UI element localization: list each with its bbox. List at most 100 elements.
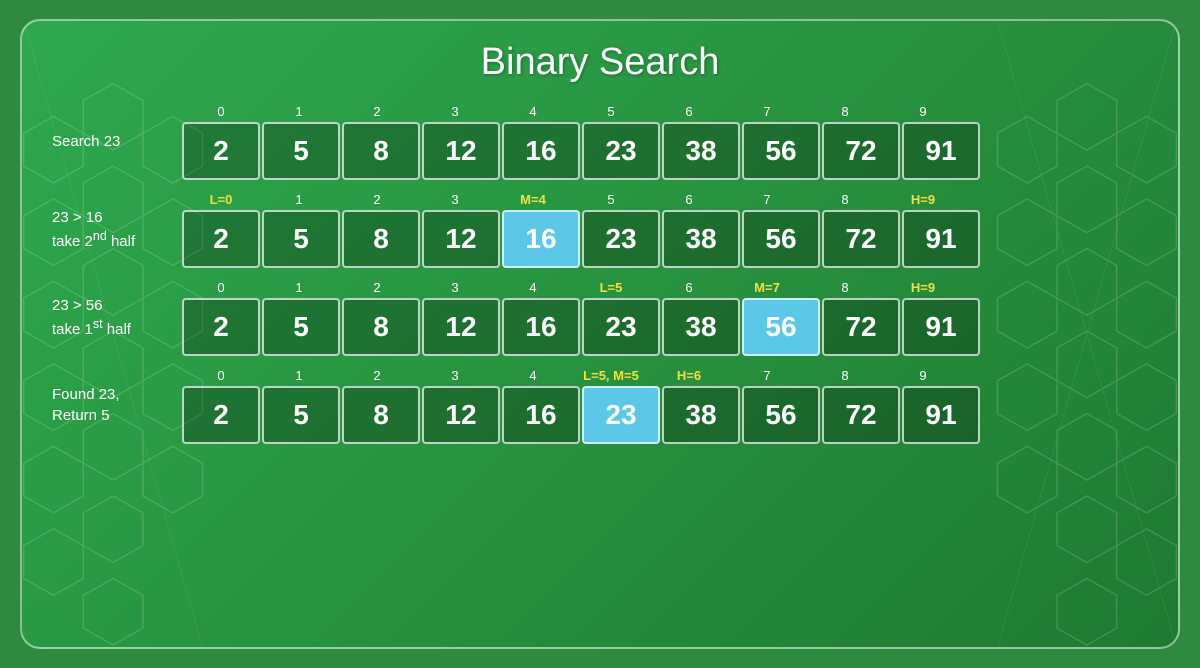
- cell-0-3: 12: [422, 122, 500, 180]
- cell-2-9: 91: [902, 298, 980, 356]
- index-cell-0-7: 7: [728, 102, 806, 120]
- index-cell-2-4: 4: [494, 278, 572, 296]
- index-cell-0-9: 9: [884, 102, 962, 120]
- index-cell-3-1: 1: [260, 366, 338, 384]
- index-cell-2-0: 0: [182, 278, 260, 296]
- cell-1-3: 12: [422, 210, 500, 268]
- index-cell-0-1: 1: [260, 102, 338, 120]
- cell-1-5: 23: [582, 210, 660, 268]
- cell-2-0: 2: [182, 298, 260, 356]
- index-cell-0-0: 0: [182, 102, 260, 120]
- index-cell-1-3: 3: [416, 190, 494, 208]
- indices-row-1: L=0123M=45678H=9: [182, 190, 980, 208]
- index-cell-3-8: 8: [806, 366, 884, 384]
- index-cell-3-2: 2: [338, 366, 416, 384]
- row-label-3: Found 23,Return 5: [52, 384, 162, 426]
- indices-row-0: 0123456789: [182, 102, 980, 120]
- index-cell-3-6: H=6: [650, 366, 728, 384]
- cell-3-6: 38: [662, 386, 740, 444]
- cell-0-6: 38: [662, 122, 740, 180]
- cell-3-0: 2: [182, 386, 260, 444]
- index-cell-2-8: 8: [806, 278, 884, 296]
- cell-0-1: 5: [262, 122, 340, 180]
- index-cell-0-6: 6: [650, 102, 728, 120]
- cell-3-1: 5: [262, 386, 340, 444]
- page-title: Binary Search: [481, 41, 720, 84]
- index-cell-3-4: 4: [494, 366, 572, 384]
- index-cell-1-9: H=9: [884, 190, 962, 208]
- index-cell-1-5: 5: [572, 190, 650, 208]
- cell-2-8: 72: [822, 298, 900, 356]
- cell-3-5: 23: [582, 386, 660, 444]
- array-container-0: 012345678925812162338567291: [182, 102, 980, 180]
- row-label-2: 23 > 56take 1st half: [52, 295, 162, 340]
- index-cell-3-0: 0: [182, 366, 260, 384]
- array-container-2: 01234L=56M=78H=925812162338567291: [182, 278, 980, 356]
- cell-2-7: 56: [742, 298, 820, 356]
- content-area: Search 2301234567892581216233856729123 >…: [52, 102, 1148, 444]
- cell-0-0: 2: [182, 122, 260, 180]
- index-cell-2-3: 3: [416, 278, 494, 296]
- cell-0-9: 91: [902, 122, 980, 180]
- cells-row-2: 25812162338567291: [182, 298, 980, 356]
- cell-2-2: 8: [342, 298, 420, 356]
- index-cell-1-1: 1: [260, 190, 338, 208]
- cell-1-1: 5: [262, 210, 340, 268]
- index-cell-3-9: 9: [884, 366, 962, 384]
- row-label-0: Search 23: [52, 131, 162, 152]
- cell-1-6: 38: [662, 210, 740, 268]
- index-cell-1-8: 8: [806, 190, 884, 208]
- cell-3-4: 16: [502, 386, 580, 444]
- index-cell-1-4: M=4: [494, 190, 572, 208]
- indices-row-3: 01234L=5, M=5H=6789: [182, 366, 980, 384]
- cells-row-3: 25812162338567291: [182, 386, 980, 444]
- index-cell-0-8: 8: [806, 102, 884, 120]
- index-cell-3-3: 3: [416, 366, 494, 384]
- cells-row-0: 25812162338567291: [182, 122, 980, 180]
- index-cell-2-6: 6: [650, 278, 728, 296]
- cell-1-0: 2: [182, 210, 260, 268]
- cell-3-7: 56: [742, 386, 820, 444]
- cell-3-9: 91: [902, 386, 980, 444]
- row-group-2: 23 > 56take 1st half01234L=56M=78H=92581…: [52, 278, 1148, 356]
- cell-1-9: 91: [902, 210, 980, 268]
- index-cell-1-6: 6: [650, 190, 728, 208]
- cell-2-5: 23: [582, 298, 660, 356]
- index-cell-0-2: 2: [338, 102, 416, 120]
- cell-2-1: 5: [262, 298, 340, 356]
- index-cell-1-2: 2: [338, 190, 416, 208]
- index-cell-2-9: H=9: [884, 278, 962, 296]
- index-cell-2-7: M=7: [728, 278, 806, 296]
- index-cell-2-2: 2: [338, 278, 416, 296]
- index-cell-0-5: 5: [572, 102, 650, 120]
- index-cell-2-5: L=5: [572, 278, 650, 296]
- cell-2-4: 16: [502, 298, 580, 356]
- cell-3-3: 12: [422, 386, 500, 444]
- index-cell-2-1: 1: [260, 278, 338, 296]
- cell-0-7: 56: [742, 122, 820, 180]
- array-container-1: L=0123M=45678H=925812162338567291: [182, 190, 980, 268]
- cell-1-7: 56: [742, 210, 820, 268]
- index-cell-3-5: L=5, M=5: [572, 366, 650, 384]
- cell-0-5: 23: [582, 122, 660, 180]
- index-cell-3-7: 7: [728, 366, 806, 384]
- index-cell-1-7: 7: [728, 190, 806, 208]
- array-container-3: 01234L=5, M=5H=678925812162338567291: [182, 366, 980, 444]
- cell-0-8: 72: [822, 122, 900, 180]
- row-group-3: Found 23,Return 501234L=5, M=5H=67892581…: [52, 366, 1148, 444]
- cells-row-1: 25812162338567291: [182, 210, 980, 268]
- index-cell-0-4: 4: [494, 102, 572, 120]
- cell-2-6: 38: [662, 298, 740, 356]
- cell-2-3: 12: [422, 298, 500, 356]
- cell-0-4: 16: [502, 122, 580, 180]
- cell-1-2: 8: [342, 210, 420, 268]
- main-card: Binary Search Search 2301234567892581216…: [20, 19, 1180, 649]
- indices-row-2: 01234L=56M=78H=9: [182, 278, 980, 296]
- row-label-1: 23 > 16take 2nd half: [52, 207, 162, 252]
- cell-0-2: 8: [342, 122, 420, 180]
- cell-3-2: 8: [342, 386, 420, 444]
- cell-1-8: 72: [822, 210, 900, 268]
- cell-3-8: 72: [822, 386, 900, 444]
- row-group-1: 23 > 16take 2nd halfL=0123M=45678H=92581…: [52, 190, 1148, 268]
- index-cell-1-0: L=0: [182, 190, 260, 208]
